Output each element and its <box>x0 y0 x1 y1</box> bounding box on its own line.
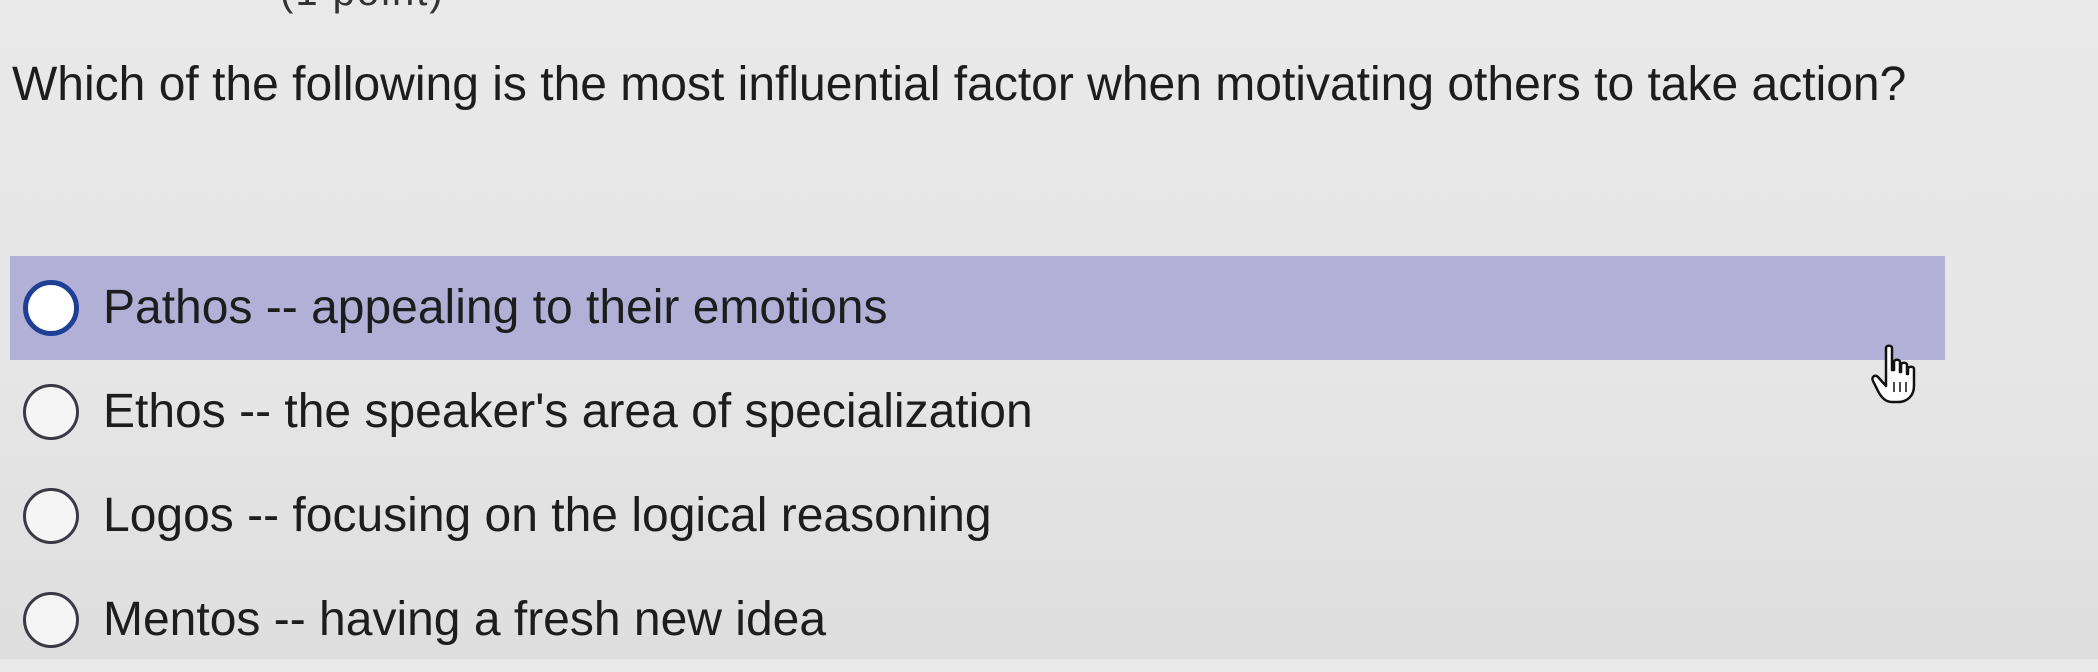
option-logos[interactable]: Logos -- focusing on the logical reasoni… <box>10 464 1945 568</box>
question-points-label: (1 point) <box>280 0 445 15</box>
radio-button-icon[interactable] <box>23 488 79 544</box>
option-ethos[interactable]: Ethos -- the speaker's area of specializ… <box>10 360 1945 464</box>
option-label: Logos -- focusing on the logical reasoni… <box>103 489 992 542</box>
option-label: Mentos -- having a fresh new idea <box>103 593 827 646</box>
question-text: Which of the following is the most influ… <box>12 58 1907 111</box>
option-mentos[interactable]: Mentos -- having a fresh new idea <box>10 568 1945 672</box>
radio-button-icon[interactable] <box>23 280 79 336</box>
option-label: Pathos -- appealing to their emotions <box>103 281 888 334</box>
hand-pointer-icon <box>1871 344 1916 404</box>
answer-options: Pathos -- appealing to their emotions Et… <box>10 256 1945 672</box>
option-label: Ethos -- the speaker's area of specializ… <box>103 385 1033 438</box>
option-pathos[interactable]: Pathos -- appealing to their emotions <box>10 256 1945 360</box>
radio-button-icon[interactable] <box>23 592 79 648</box>
radio-button-icon[interactable] <box>23 384 79 440</box>
